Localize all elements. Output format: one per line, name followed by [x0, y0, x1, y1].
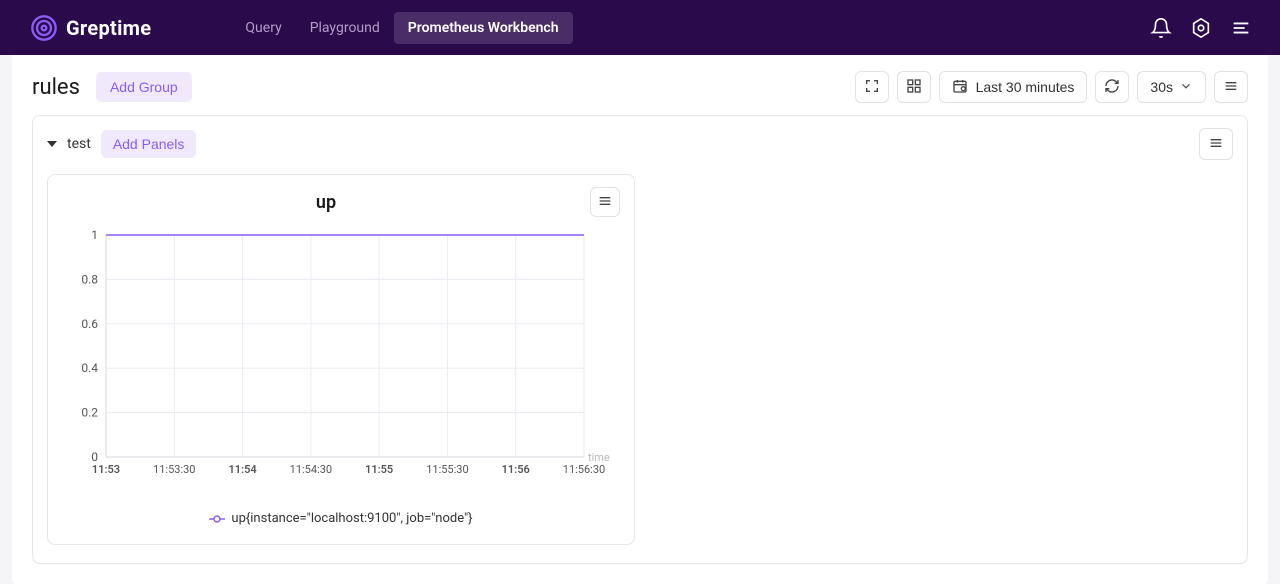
- refresh-interval-label: 30s: [1150, 79, 1173, 95]
- chart-panel: up 0 0.2 0.4 0.6 0.8 1 11:53 11:53:30 11:54 11:54…: [47, 174, 635, 545]
- svg-text:11:56:30: 11:56:30: [563, 463, 605, 476]
- grid-icon: [906, 78, 922, 97]
- fullscreen-button[interactable]: [855, 71, 889, 103]
- group-header: test Add Panels: [47, 128, 1233, 160]
- chart-legend[interactable]: up{instance="localhost:9100", job="node"…: [62, 511, 620, 526]
- svg-text:11:53: 11:53: [92, 463, 120, 476]
- nav-query[interactable]: Query: [231, 12, 295, 44]
- hamburger-icon: [1208, 135, 1224, 154]
- legend-marker-icon: [209, 514, 225, 524]
- svg-text:11:54:30: 11:54:30: [290, 463, 332, 476]
- content-area: test Add Panels up 0 0.2 0.4 0.6 0.8 1 11:53 11…: [12, 115, 1268, 584]
- svg-text:11:55: 11:55: [365, 463, 393, 476]
- svg-text:0.4: 0.4: [81, 361, 98, 375]
- grid-view-button[interactable]: [897, 71, 931, 103]
- fullscreen-icon: [864, 78, 880, 97]
- topbar-right: [1150, 17, 1252, 39]
- panel-title: up: [62, 192, 590, 213]
- time-range-button[interactable]: Last 30 minutes: [939, 71, 1088, 103]
- refresh-interval-button[interactable]: 30s: [1137, 71, 1206, 103]
- legend-label: up{instance="localhost:9100", job="node"…: [231, 511, 472, 526]
- line-chart: 0 0.2 0.4 0.6 0.8 1 11:53 11:53:30 11:54 11:54:30…: [62, 225, 622, 485]
- bell-icon[interactable]: [1150, 17, 1172, 39]
- nav-playground[interactable]: Playground: [296, 12, 394, 44]
- collapse-caret-icon[interactable]: [47, 141, 57, 147]
- page-title: rules: [32, 75, 80, 100]
- svg-text:11:55:30: 11:55:30: [426, 463, 468, 476]
- panel-menu-button[interactable]: [590, 187, 620, 217]
- sub-toolbar-right: Last 30 minutes 30s: [855, 71, 1248, 103]
- hamburger-icon: [1223, 78, 1239, 97]
- nav-links: Query Playground Prometheus Workbench: [231, 12, 572, 44]
- sub-toolbar: rules Add Group Last 30 minutes 30s: [12, 55, 1268, 115]
- svg-text:0.6: 0.6: [81, 317, 98, 331]
- page-menu-button[interactable]: [1214, 71, 1248, 103]
- hamburger-icon: [597, 193, 613, 212]
- calendar-icon: [952, 78, 968, 97]
- nav-prometheus-workbench[interactable]: Prometheus Workbench: [394, 12, 573, 44]
- panel-header: up: [62, 187, 620, 217]
- brand-icon: [30, 14, 58, 42]
- topbar: Greptime Query Playground Prometheus Wor…: [0, 0, 1280, 55]
- refresh-icon: [1104, 78, 1120, 97]
- svg-text:1: 1: [91, 228, 98, 242]
- brand-name: Greptime: [66, 16, 151, 40]
- add-group-button[interactable]: Add Group: [96, 72, 192, 102]
- svg-text:0: 0: [91, 450, 98, 464]
- svg-text:0.8: 0.8: [81, 272, 98, 286]
- svg-text:11:53:30: 11:53:30: [153, 463, 195, 476]
- chevron-down-icon: [1179, 79, 1193, 96]
- time-range-label: Last 30 minutes: [976, 79, 1075, 95]
- add-panels-button[interactable]: Add Panels: [101, 130, 197, 158]
- settings-hex-icon[interactable]: [1190, 17, 1212, 39]
- group-menu-button[interactable]: [1199, 128, 1233, 160]
- svg-text:11:56: 11:56: [502, 463, 530, 476]
- menu-icon[interactable]: [1230, 17, 1252, 39]
- group-name: test: [67, 136, 91, 152]
- chart-area: 0 0.2 0.4 0.6 0.8 1 11:53 11:53:30 11:54 11:54:30…: [62, 225, 620, 485]
- svg-text:0.2: 0.2: [81, 406, 98, 420]
- svg-text:time: time: [588, 451, 610, 464]
- rule-group-card: test Add Panels up 0 0.2 0.4 0.6 0.8 1 11:53 11…: [32, 115, 1248, 564]
- brand-logo[interactable]: Greptime: [30, 14, 151, 42]
- svg-text:11:54: 11:54: [229, 463, 257, 476]
- refresh-button[interactable]: [1095, 71, 1129, 103]
